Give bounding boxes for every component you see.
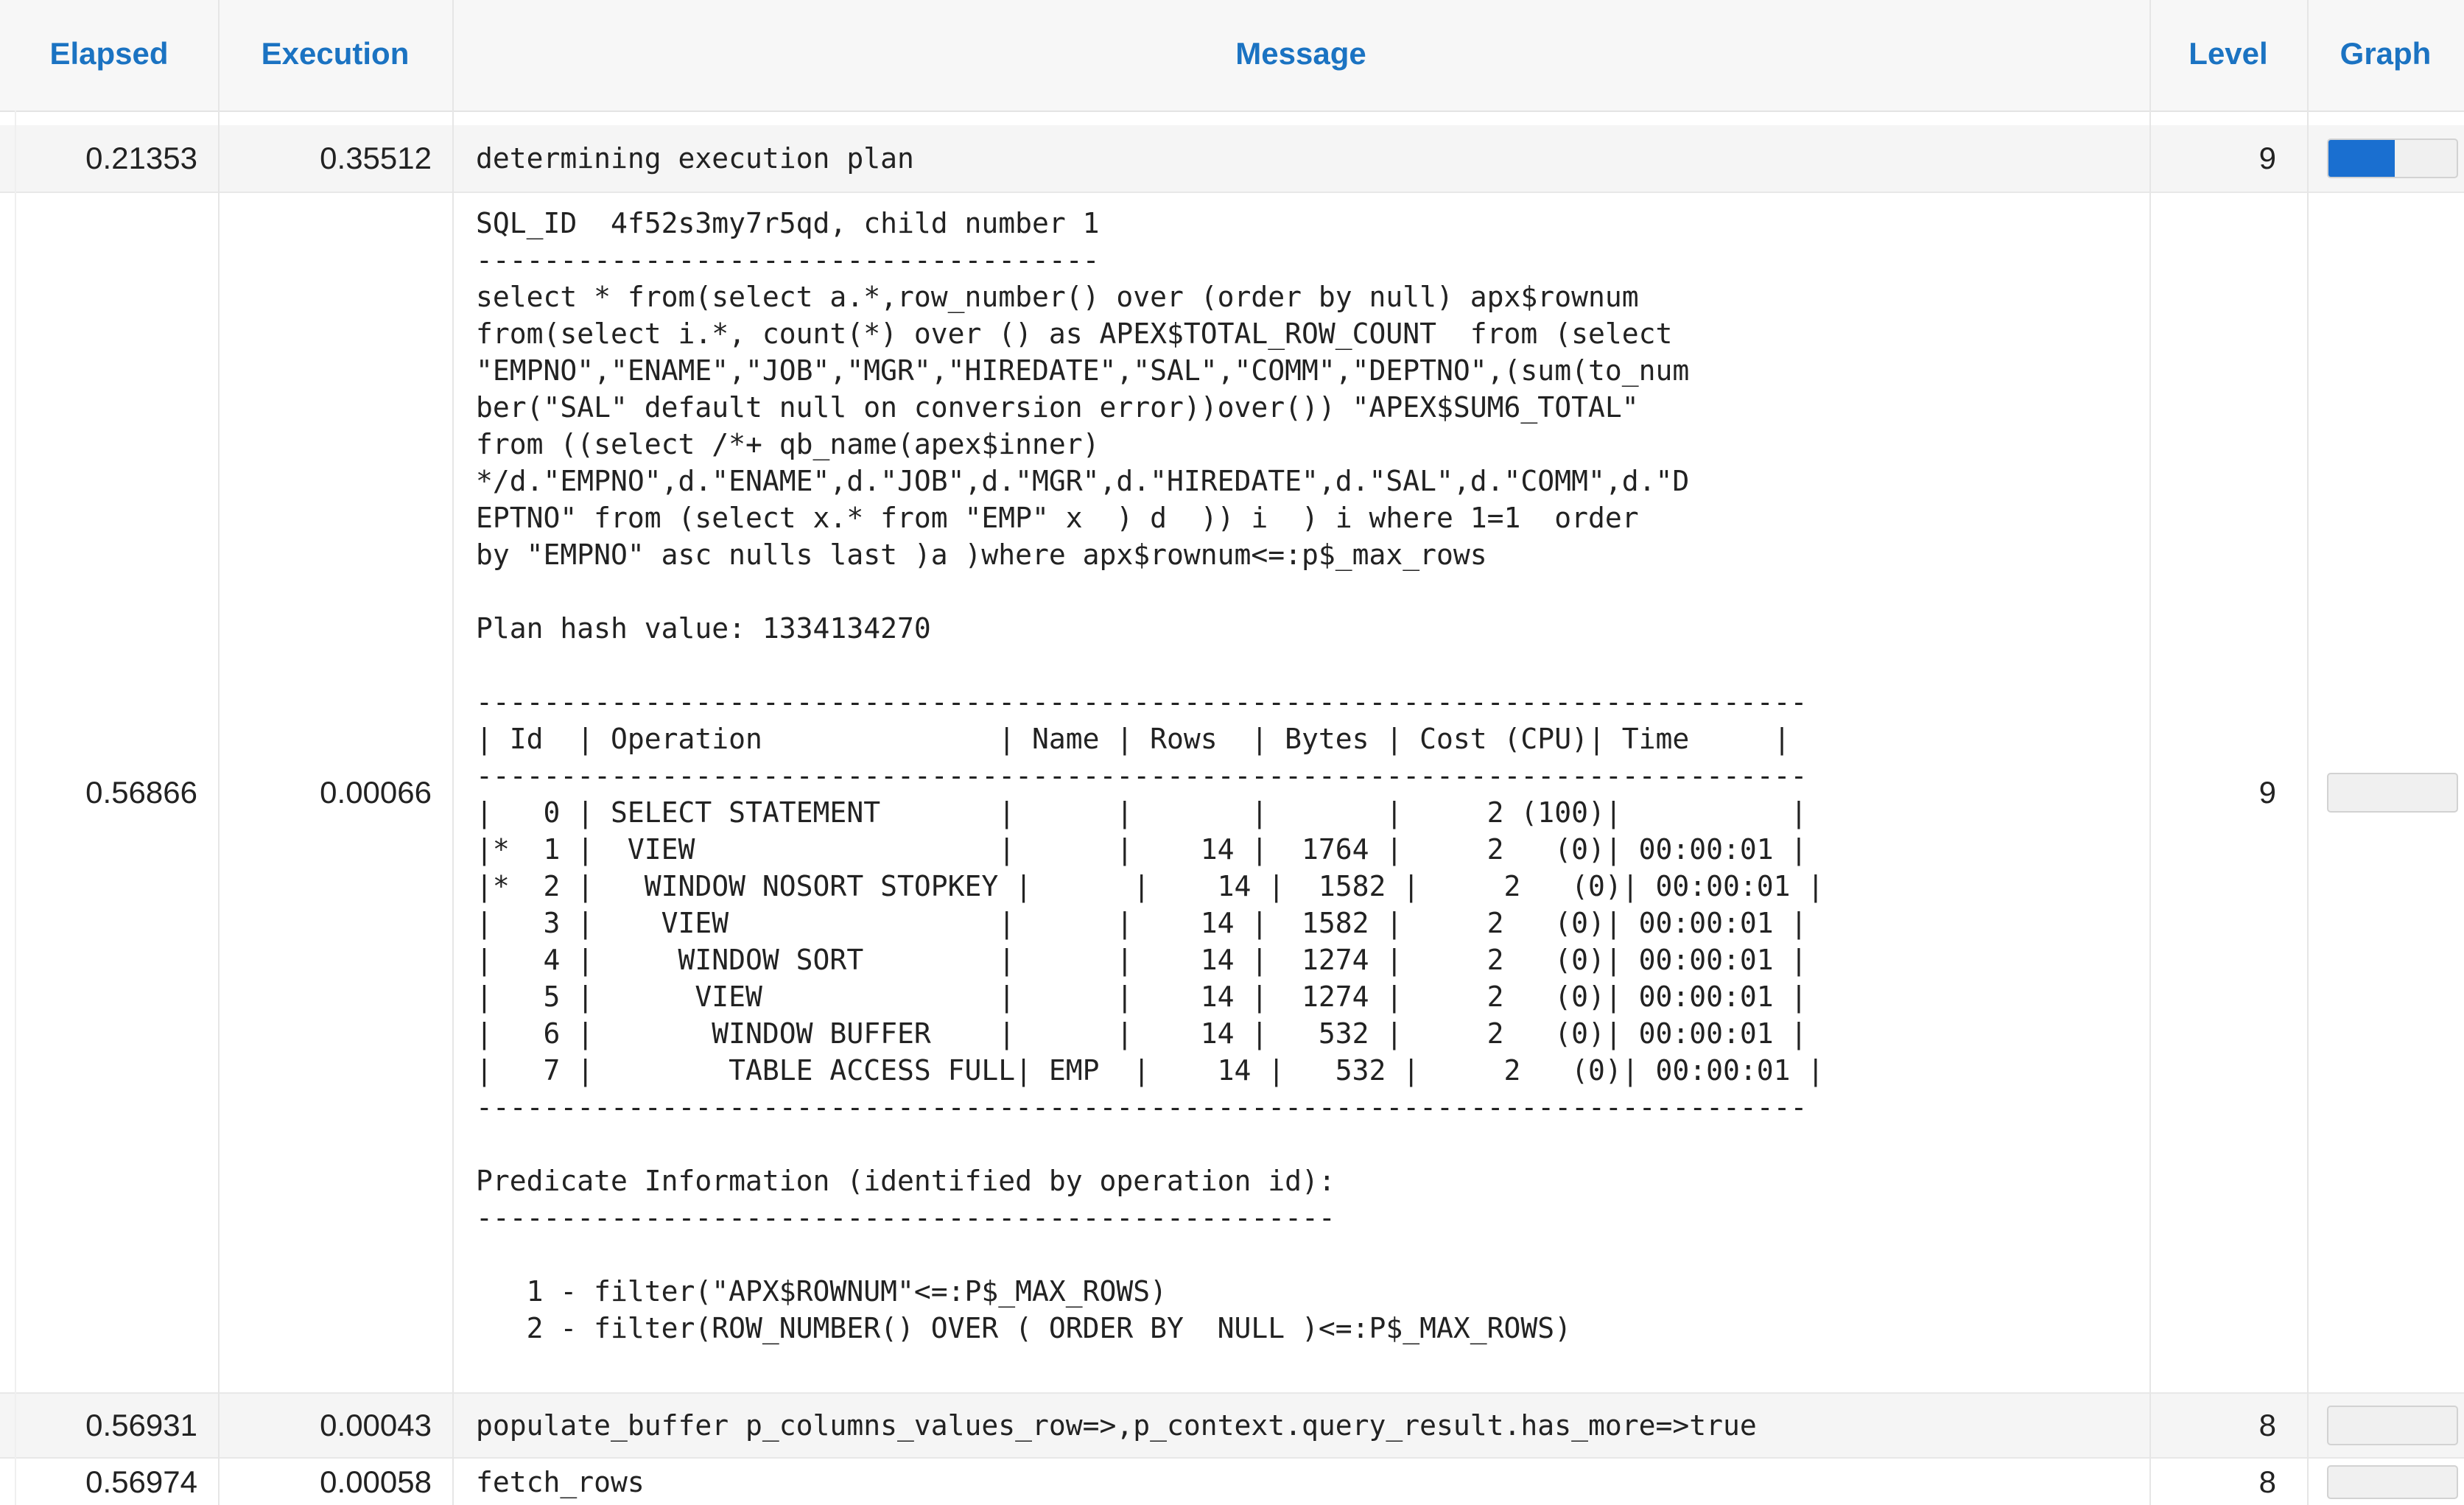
column-divider: [2149, 0, 2151, 1505]
level-cell: 9: [2258, 775, 2276, 810]
execution-cell: 0.00058: [320, 1464, 432, 1499]
duration-bar-fill: [2328, 140, 2395, 177]
column-header-message[interactable]: Message: [452, 0, 2149, 110]
column-divider: [2307, 0, 2309, 1505]
duration-bar: [2327, 1464, 2458, 1499]
execution-cell: 0.00066: [320, 775, 432, 810]
table-header: Elapsed Execution Message Level Graph: [0, 0, 2464, 112]
graph-cell: [2307, 1394, 2464, 1457]
elapsed-cell: 0.56974: [85, 1464, 197, 1499]
graph-cell: [2307, 193, 2464, 1392]
table-row: 0.56866 0.00066 SQL_ID 4f52s3my7r5qd, ch…: [0, 193, 2464, 1394]
column-divider: [15, 110, 16, 1505]
table-row: 0.21353 0.35512 determining execution pl…: [0, 125, 2464, 193]
column-header-execution[interactable]: Execution: [218, 0, 452, 110]
duration-bar: [2327, 1406, 2458, 1445]
message-cell: fetch_rows: [476, 1465, 645, 1498]
graph-cell: [2307, 1459, 2464, 1505]
elapsed-cell: 0.21353: [85, 141, 197, 175]
execution-plan-text: SQL_ID 4f52s3my7r5qd, child number 1 ---…: [476, 207, 1825, 1344]
elapsed-cell: 0.56931: [85, 1408, 197, 1442]
message-cell: determining execution plan: [476, 142, 914, 175]
execution-trace-table: Elapsed Execution Message Level Graph 0.…: [0, 0, 2464, 1505]
column-header-level[interactable]: Level: [2149, 0, 2307, 110]
column-divider: [452, 0, 454, 1505]
column-header-elapsed[interactable]: Elapsed: [0, 0, 218, 110]
level-cell: 9: [2258, 141, 2276, 175]
elapsed-cell: 0.56866: [85, 775, 197, 810]
graph-cell: [2307, 125, 2464, 192]
table-row: 0.56974 0.00058 fetch_rows 8: [0, 1459, 2464, 1505]
execution-cell: 0.35512: [320, 141, 432, 175]
column-divider: [218, 0, 220, 1505]
execution-cell: 0.00043: [320, 1408, 432, 1442]
duration-bar: [2327, 773, 2458, 813]
level-cell: 8: [2258, 1408, 2276, 1442]
message-cell: SQL_ID 4f52s3my7r5qd, child number 1 ---…: [452, 193, 2149, 1392]
table-row: 0.56931 0.00043 populate_buffer p_column…: [0, 1394, 2464, 1459]
message-cell: populate_buffer p_columns_values_row=>,p…: [476, 1409, 1757, 1442]
column-header-graph[interactable]: Graph: [2307, 0, 2464, 110]
duration-bar: [2327, 138, 2458, 178]
level-cell: 8: [2258, 1464, 2276, 1499]
